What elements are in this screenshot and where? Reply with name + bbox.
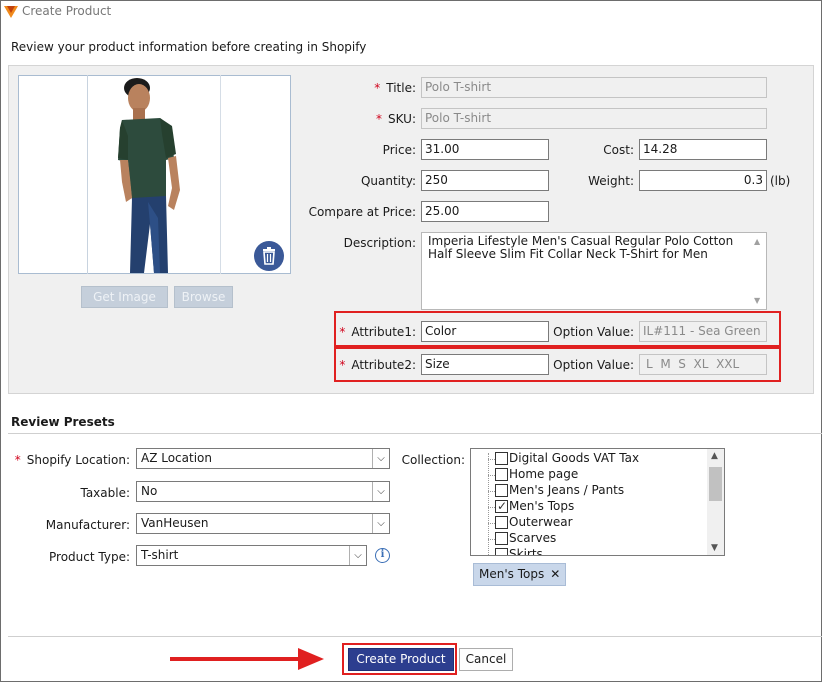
collection-item-label: Skirts bbox=[509, 547, 543, 556]
image-divider bbox=[87, 75, 88, 274]
quantity-label: Quantity: bbox=[360, 174, 416, 188]
collection-item-label: Digital Goods VAT Tax bbox=[509, 451, 640, 465]
title-input[interactable]: Polo T-shirt bbox=[421, 77, 767, 98]
quantity-input[interactable]: 250 bbox=[421, 170, 549, 191]
shopify-location-label: * Shopify Location: bbox=[14, 453, 130, 467]
compare-price-input[interactable]: 25.00 bbox=[421, 201, 549, 222]
sku-label: * SKU: bbox=[376, 112, 416, 126]
image-divider bbox=[220, 75, 221, 274]
required-marker: * bbox=[374, 81, 381, 95]
attribute2-input[interactable]: Size bbox=[421, 354, 549, 375]
description-label: Description: bbox=[343, 236, 416, 250]
selected-collection-tag: Men's Tops ✕ bbox=[473, 563, 567, 586]
scroll-down-icon[interactable]: ▼ bbox=[754, 294, 760, 307]
window-title: Create Product bbox=[22, 4, 112, 18]
app-logo-icon bbox=[4, 6, 18, 18]
chevron-down-icon[interactable]: ⌵ bbox=[372, 449, 389, 468]
checkbox-checked[interactable] bbox=[495, 498, 508, 514]
manufacturer-select[interactable]: VanHeusen ⌵ bbox=[136, 513, 390, 534]
weight-label: Weight: bbox=[588, 174, 634, 188]
product-type-select[interactable]: T-shirt ⌵ bbox=[136, 545, 367, 566]
weight-input[interactable]: 0.3 bbox=[639, 170, 767, 191]
tree-connector bbox=[488, 507, 495, 508]
option-value-label: Option Value: bbox=[553, 358, 634, 372]
checkbox[interactable] bbox=[495, 532, 508, 545]
checkbox[interactable] bbox=[495, 548, 508, 555]
required-marker: * bbox=[339, 358, 346, 372]
scroll-down-icon[interactable]: ▼ bbox=[711, 543, 718, 553]
tree-connector bbox=[488, 539, 495, 540]
description-text: Imperia Lifestyle Men's Casual Regular P… bbox=[428, 234, 734, 261]
attribute1-input[interactable]: Color bbox=[421, 321, 549, 342]
product-photo bbox=[118, 78, 180, 273]
product-type-value: T-shirt bbox=[141, 548, 179, 562]
attribute2-option-input[interactable]: L M S XL XXL bbox=[639, 354, 767, 375]
manufacturer-label: Manufacturer: bbox=[45, 518, 130, 532]
tree-connector bbox=[488, 475, 495, 476]
attribute1-option-input[interactable]: IL#111 - Sea Green bbox=[639, 321, 767, 342]
tree-connector bbox=[488, 523, 495, 524]
required-marker: * bbox=[339, 325, 346, 339]
checkbox[interactable] bbox=[495, 452, 508, 465]
option-value-label: Option Value: bbox=[553, 325, 634, 339]
info-icon[interactable]: i bbox=[375, 548, 390, 563]
taxable-value: No bbox=[141, 484, 158, 498]
section-divider bbox=[8, 433, 822, 434]
cost-label: Cost: bbox=[603, 143, 634, 157]
collection-list[interactable]: Digital Goods VAT Tax Home page Men's Je… bbox=[470, 448, 725, 556]
annotation-arrow bbox=[170, 657, 310, 661]
shopify-location-value: AZ Location bbox=[141, 451, 212, 465]
attribute1-label: * Attribute1: bbox=[339, 325, 416, 339]
chevron-down-icon[interactable]: ⌵ bbox=[372, 514, 389, 533]
cancel-button[interactable]: Cancel bbox=[459, 648, 513, 671]
collection-scrollbar[interactable]: ▲ ▼ bbox=[707, 449, 724, 555]
weight-unit: (lb) bbox=[770, 174, 791, 188]
annotation-arrow-head bbox=[298, 648, 324, 670]
collection-item-label: Men's Tops bbox=[509, 499, 575, 513]
create-product-button[interactable]: Create Product bbox=[348, 648, 454, 671]
collection-item-label: Scarves bbox=[509, 531, 557, 545]
product-type-label: Product Type: bbox=[49, 550, 130, 564]
scroll-up-icon[interactable]: ▲ bbox=[754, 235, 760, 248]
review-presets-heading: Review Presets bbox=[11, 415, 115, 429]
title-label: * Title: bbox=[374, 81, 416, 95]
delete-image-button[interactable] bbox=[254, 241, 284, 271]
remove-tag-icon[interactable]: ✕ bbox=[550, 567, 560, 581]
attribute2-label: * Attribute2: bbox=[339, 358, 416, 372]
manufacturer-value: VanHeusen bbox=[141, 516, 209, 530]
taxable-select[interactable]: No ⌵ bbox=[136, 481, 390, 502]
compare-price-label: Compare at Price: bbox=[308, 205, 416, 219]
footer-divider bbox=[8, 636, 822, 637]
scroll-up-icon[interactable]: ▲ bbox=[711, 451, 718, 461]
description-textarea[interactable]: Imperia Lifestyle Men's Casual Regular P… bbox=[421, 232, 767, 310]
cost-input[interactable]: 14.28 bbox=[639, 139, 767, 160]
checkbox[interactable] bbox=[495, 484, 508, 497]
trash-icon bbox=[263, 247, 275, 265]
collection-item-label: Home page bbox=[509, 467, 579, 481]
taxable-label: Taxable: bbox=[80, 486, 130, 500]
chevron-down-icon[interactable]: ⌵ bbox=[349, 546, 366, 565]
price-input[interactable]: 31.00 bbox=[421, 139, 549, 160]
required-marker: * bbox=[376, 112, 382, 126]
tree-connector bbox=[488, 459, 495, 460]
collection-item-label: Outerwear bbox=[509, 515, 573, 529]
price-label: Price: bbox=[382, 143, 416, 157]
shopify-location-select[interactable]: AZ Location ⌵ bbox=[136, 448, 390, 469]
required-marker: * bbox=[14, 453, 21, 467]
collection-item-label: Men's Jeans / Pants bbox=[509, 483, 625, 497]
get-image-button[interactable]: Get Image bbox=[81, 286, 168, 308]
title-bar: Create Product bbox=[0, 0, 822, 24]
review-instructions: Review your product information before c… bbox=[11, 40, 367, 54]
tag-label: Men's Tops bbox=[479, 567, 545, 581]
description-scrollbar[interactable]: ▲ ▼ bbox=[750, 233, 766, 309]
chevron-down-icon[interactable]: ⌵ bbox=[372, 482, 389, 501]
collection-label: Collection: bbox=[401, 453, 465, 467]
sku-input[interactable]: Polo T-shirt bbox=[421, 108, 767, 129]
tree-connector bbox=[488, 453, 489, 555]
tree-connector bbox=[488, 491, 495, 492]
checkbox[interactable] bbox=[495, 516, 508, 529]
scrollbar-thumb[interactable] bbox=[709, 467, 722, 501]
browse-button[interactable]: Browse bbox=[174, 286, 233, 308]
checkbox[interactable] bbox=[495, 468, 508, 481]
